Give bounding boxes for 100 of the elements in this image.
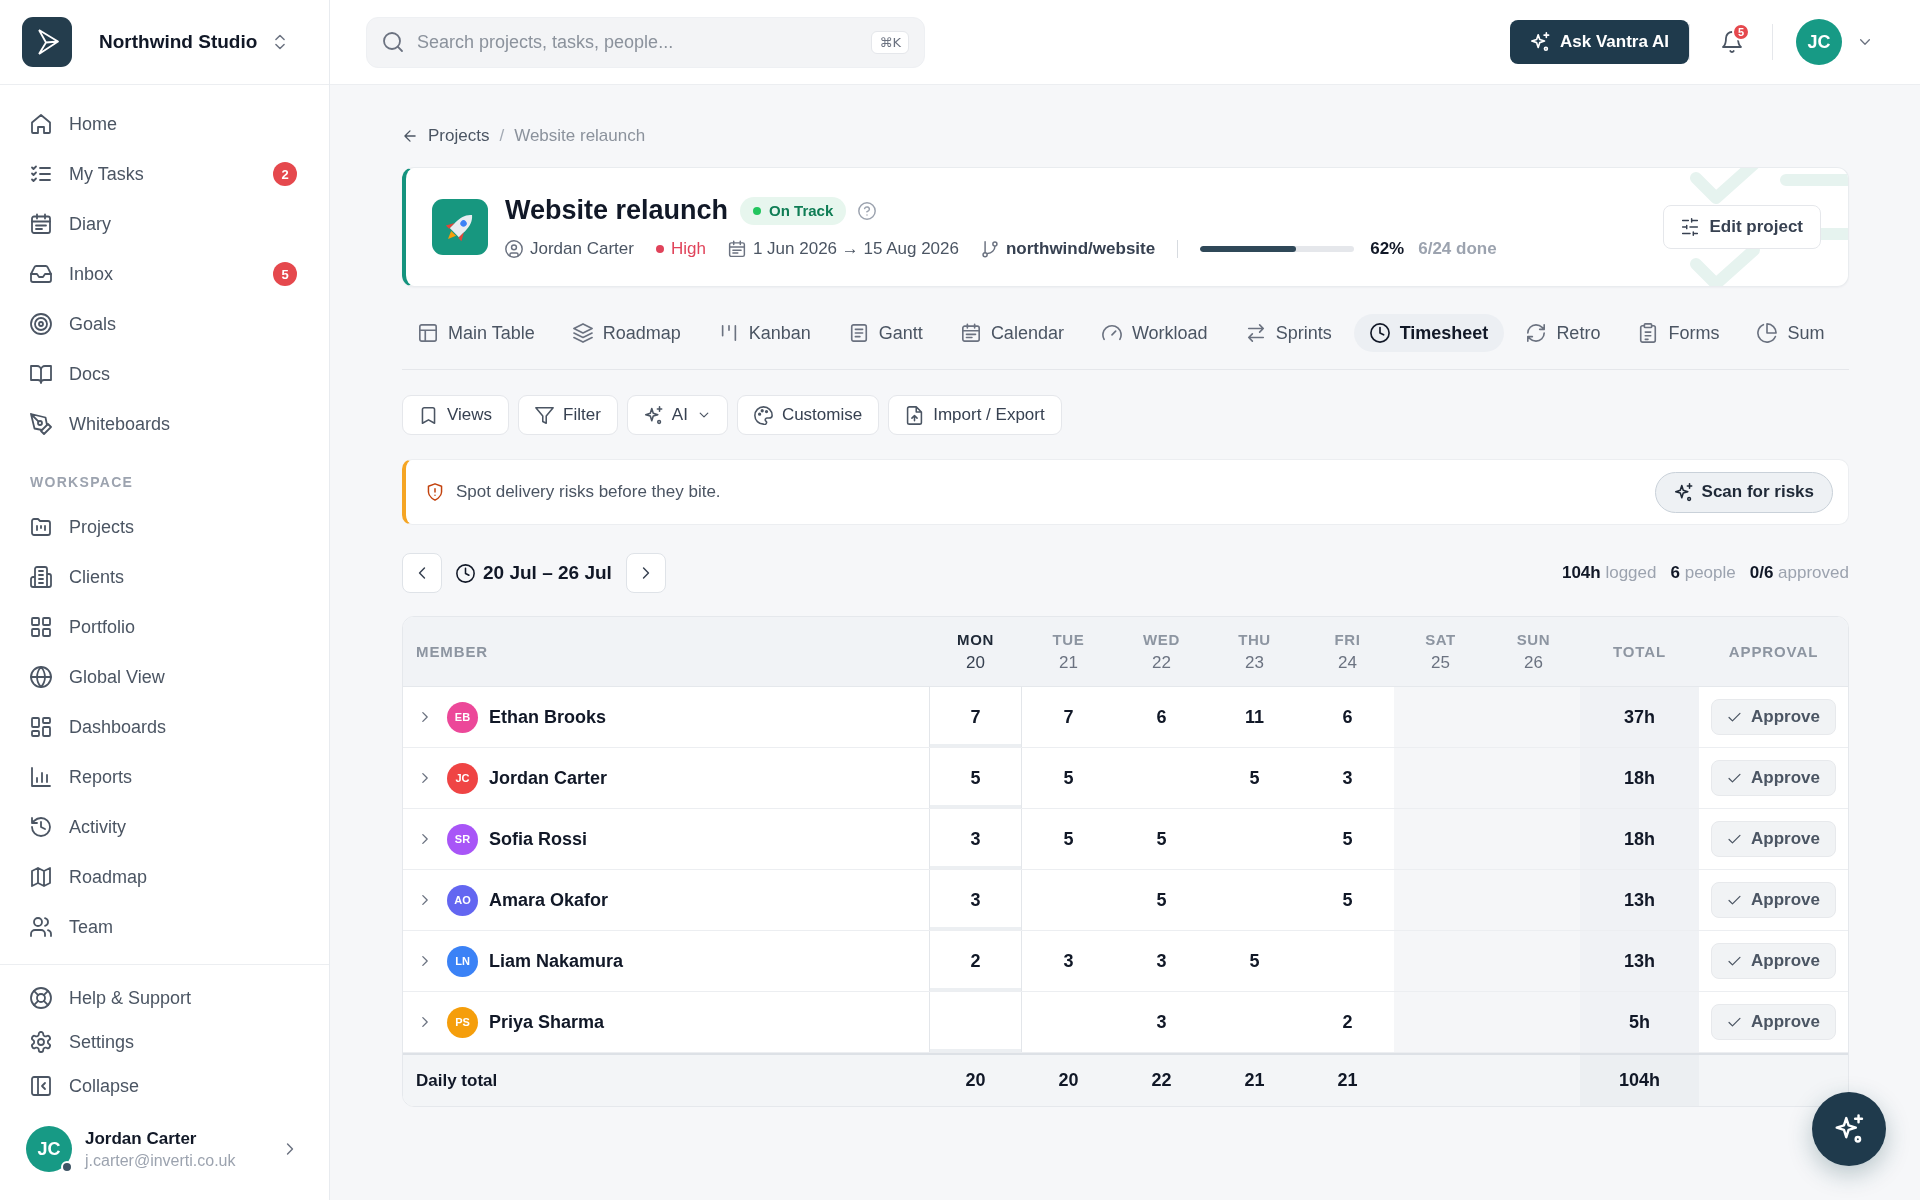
arrow-left-icon[interactable] — [402, 128, 418, 144]
count-badge: 5 — [273, 262, 297, 286]
sidebar-item[interactable]: Collapse — [16, 1064, 313, 1108]
project-dates: 1 Jun 2026 → 15 Aug 2026 — [752, 239, 959, 259]
daily-total: 20 — [1057, 1069, 1080, 1092]
row-total: 37h — [1580, 687, 1699, 747]
daily-total: 21 — [1243, 1069, 1266, 1092]
ai-assistant-button[interactable] — [1812, 1092, 1886, 1166]
view-tab[interactable]: Sprints — [1229, 314, 1348, 352]
sidebar-item[interactable]: Whiteboards — [16, 399, 313, 449]
project-title: Website relaunch — [505, 195, 729, 226]
member-name: Amara Okafor — [489, 889, 609, 911]
user-avatar[interactable]: JC — [26, 1126, 72, 1172]
approve-button[interactable]: Approve — [1711, 821, 1836, 857]
gauge-icon — [1101, 323, 1122, 343]
view-tab[interactable]: Forms — [1622, 314, 1736, 352]
view-tab[interactable]: Roadmap — [556, 314, 697, 352]
approve-button[interactable]: Approve — [1711, 943, 1836, 979]
day-date: 26 — [1524, 652, 1543, 673]
toolbar-button[interactable]: AI — [626, 395, 728, 435]
day-name: WED — [1143, 630, 1180, 648]
hours-cell: 2 — [929, 931, 1022, 991]
sparkles-icon — [1834, 1114, 1864, 1144]
sidebar-item[interactable]: Portfolio — [16, 602, 313, 652]
approve-button[interactable]: Approve — [1711, 1004, 1836, 1040]
week-stat: 0/6 approved — [1749, 563, 1849, 583]
approve-button[interactable]: Approve — [1711, 882, 1836, 918]
day-name: MON — [957, 630, 994, 648]
workspace-name[interactable]: Northwind Studio — [99, 31, 271, 53]
daily-total: 22 — [1150, 1069, 1173, 1092]
view-tab[interactable]: Sum — [1741, 314, 1841, 352]
sidebar-item[interactable]: Roadmap — [16, 852, 313, 902]
sidebar-item[interactable]: Global View — [16, 652, 313, 702]
ask-ai-button[interactable]: Ask Vantra AI — [1510, 20, 1689, 64]
checklist-icon — [30, 163, 52, 185]
folder-icon — [30, 516, 52, 538]
user-icon — [505, 240, 523, 258]
day-date: 24 — [1338, 652, 1357, 673]
toolbar-button[interactable]: Import / Export — [888, 395, 1062, 435]
layers-icon — [572, 323, 593, 343]
member-name: Priya Sharma — [489, 1011, 605, 1033]
priority-label: High — [670, 239, 706, 259]
sidebar-item[interactable]: Home — [16, 99, 313, 149]
sidebar-item[interactable]: Diary — [16, 199, 313, 249]
sidebar-item[interactable]: Inbox 5 — [16, 249, 313, 299]
rocket-icon — [432, 199, 488, 255]
view-tab[interactable]: Workload — [1085, 314, 1224, 352]
sidebar-collapse-icon — [30, 1075, 52, 1097]
users-icon — [30, 916, 52, 938]
daily-total: 21 — [1336, 1069, 1359, 1092]
sidebar-item[interactable]: Dashboards — [16, 702, 313, 752]
view-tab[interactable]: Kanban — [702, 314, 827, 352]
logo-icon[interactable] — [22, 17, 72, 67]
sidebar-item[interactable]: Reports — [16, 752, 313, 802]
clock-icon — [456, 563, 475, 583]
book-icon — [30, 363, 52, 385]
user-avatar[interactable]: JC — [1796, 19, 1842, 65]
approve-button[interactable]: Approve — [1711, 760, 1836, 796]
sidebar-item[interactable]: Projects — [16, 502, 313, 552]
clipboard-icon — [1638, 323, 1659, 343]
toolbar-button[interactable]: Views — [402, 395, 510, 435]
status-label: On Track — [769, 202, 834, 219]
progress-count: 6/24 done — [1418, 239, 1497, 259]
bar-chart-icon — [30, 766, 52, 788]
inbox-icon — [30, 263, 52, 285]
row-total: 5h — [1580, 992, 1699, 1052]
home-icon — [30, 113, 52, 135]
member-avatar: PS — [447, 1006, 478, 1038]
sidebar-item[interactable]: Settings — [16, 1020, 313, 1064]
view-tab[interactable]: Retro — [1510, 314, 1617, 352]
settings-icon — [30, 1031, 52, 1053]
calendar-icon — [30, 213, 52, 235]
shield-alert-icon — [426, 483, 444, 501]
toolbar-button[interactable]: Filter — [518, 395, 618, 435]
grand-total: 104h — [1580, 1055, 1699, 1106]
approve-button[interactable]: Approve — [1711, 699, 1836, 735]
edit-project-button[interactable]: Edit project — [1663, 205, 1821, 249]
sidebar-item[interactable]: My Tasks 2 — [16, 149, 313, 199]
sparkles-icon — [643, 405, 663, 425]
notifications-button[interactable]: 5 — [1712, 22, 1752, 62]
sidebar-item[interactable]: Team — [16, 902, 313, 952]
sidebar-item[interactable]: Clients — [16, 552, 313, 602]
toolbar-button[interactable]: Customise — [736, 395, 880, 435]
scan-risks-button[interactable]: Scan for risks — [1654, 471, 1833, 513]
view-tab[interactable]: Calendar — [944, 314, 1080, 352]
view-tab[interactable]: Main Table — [402, 314, 551, 352]
sidebar-item[interactable]: Goals — [16, 299, 313, 349]
view-tab[interactable]: Gantt — [832, 314, 939, 352]
sidebar-item[interactable]: Activity — [16, 802, 313, 852]
help-icon[interactable] — [858, 201, 877, 220]
section-title: WORKSPACE — [30, 473, 134, 492]
sidebar-item[interactable]: Docs — [16, 349, 313, 399]
refresh-icon — [1526, 323, 1547, 343]
day-date: 22 — [1152, 652, 1171, 673]
repository-link[interactable]: northwind/website — [1005, 239, 1156, 259]
project-owner: Jordan Carter — [530, 239, 634, 259]
view-tab[interactable]: Timesheet — [1353, 314, 1505, 352]
breadcrumb-link[interactable]: Projects — [428, 126, 490, 146]
member-name: Sofia Rossi — [489, 828, 588, 850]
sidebar-item[interactable]: Help & Support — [16, 976, 313, 1020]
